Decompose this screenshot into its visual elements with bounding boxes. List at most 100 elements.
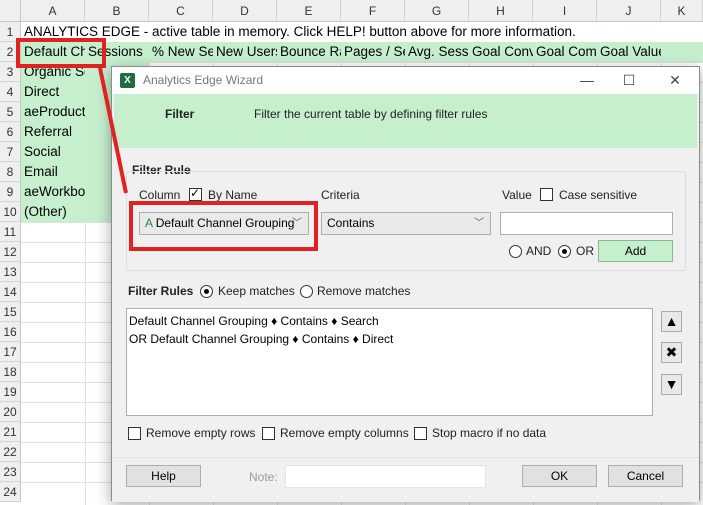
column-header-k[interactable]: K	[661, 0, 703, 22]
channel-cell[interactable]: (Other)	[21, 202, 85, 222]
stop-macro-label: Stop macro if no data	[432, 426, 547, 440]
header-cell[interactable]: % New Sessions	[149, 42, 213, 62]
header-cell[interactable]: Pages / Session	[341, 42, 405, 62]
section-title: Filter	[165, 107, 195, 121]
column-header-f[interactable]: F	[341, 0, 405, 22]
or-label: OR	[576, 244, 594, 258]
remove-matches-label: Remove matches	[317, 284, 411, 298]
and-radio[interactable]	[509, 245, 522, 258]
title-bar[interactable]: X Analytics Edge Wizard — ☐ ✕	[112, 67, 699, 94]
row-header[interactable]: 10	[0, 202, 21, 222]
excel-icon: X	[120, 73, 135, 88]
remove-empty-rows-checkbox[interactable]	[128, 427, 141, 440]
row-header[interactable]: 19	[0, 382, 21, 402]
column-header-e[interactable]: E	[277, 0, 341, 22]
value-label: Value	[502, 188, 532, 202]
row-header[interactable]: 9	[0, 182, 21, 202]
row-header[interactable]: 21	[0, 422, 21, 442]
and-label: AND	[526, 244, 552, 258]
move-down-button[interactable]: ▼	[661, 374, 682, 395]
cancel-button[interactable]: Cancel	[608, 465, 683, 487]
dialog-footer: Help Note: OK Cancel	[112, 457, 699, 502]
column-header-b[interactable]: B	[85, 0, 149, 22]
filter-rules-list[interactable]: Default Channel Grouping ♦ Contains ♦ Se…	[126, 308, 653, 416]
stop-macro-checkbox[interactable]	[414, 427, 427, 440]
select-all-corner[interactable]	[0, 0, 21, 22]
column-header-i[interactable]: I	[533, 0, 597, 22]
row-header[interactable]: 4	[0, 82, 21, 102]
keep-matches-label: Keep matches	[218, 284, 295, 298]
header-cell[interactable]: New Users	[213, 42, 277, 62]
header-cell[interactable]: Avg. Session Duration	[405, 42, 469, 62]
row-header[interactable]: 17	[0, 342, 21, 362]
column-header-d[interactable]: D	[213, 0, 277, 22]
arrow-up-icon: ▲	[664, 313, 679, 329]
maximize-button[interactable]: ☐	[609, 67, 649, 94]
keep-matches-radio[interactable]	[200, 285, 213, 298]
row-header[interactable]: 24	[0, 482, 21, 502]
channel-cell[interactable]: aeProduct	[21, 102, 85, 122]
ok-button[interactable]: OK	[522, 465, 597, 487]
channel-cell[interactable]: Social	[21, 142, 85, 162]
row-header[interactable]: 15	[0, 302, 21, 322]
close-button[interactable]: ✕	[655, 67, 695, 94]
row-header[interactable]: 7	[0, 142, 21, 162]
case-sensitive-label: Case sensitive	[559, 188, 638, 202]
row-header[interactable]: 20	[0, 402, 21, 422]
chevron-down-icon: ﹀	[474, 218, 484, 229]
header-banner: Filter Filter the current table by defin…	[114, 94, 697, 148]
annotation-highlight-a2	[16, 38, 106, 68]
row-header[interactable]: 5	[0, 102, 21, 122]
note-input[interactable]	[285, 465, 486, 488]
case-sensitive-checkbox[interactable]	[540, 188, 553, 201]
column-header-h[interactable]: H	[469, 0, 533, 22]
arrow-down-icon: ▼	[664, 376, 679, 392]
criteria-select-value: Contains	[327, 216, 375, 230]
row-header[interactable]: 14	[0, 282, 21, 302]
by-name-label: By Name	[208, 188, 258, 202]
remove-empty-columns-checkbox[interactable]	[262, 427, 275, 440]
row-header[interactable]: 16	[0, 322, 21, 342]
annotation-highlight-column-select	[129, 201, 318, 251]
dialog-title: Analytics Edge Wizard	[143, 73, 264, 87]
list-item[interactable]: Default Channel Grouping ♦ Contains ♦ Se…	[127, 312, 652, 330]
header-cell[interactable]: Goal Value	[597, 42, 661, 62]
column-label: Column	[139, 188, 181, 202]
list-item[interactable]: OR Default Channel Grouping ♦ Contains ♦…	[127, 330, 652, 348]
channel-cell[interactable]: Referral	[21, 122, 85, 142]
column-header-j[interactable]: J	[597, 0, 661, 22]
channel-cell[interactable]: Email	[21, 162, 85, 182]
filter-rules-heading: Filter Rules	[128, 284, 194, 298]
row-header[interactable]: 18	[0, 362, 21, 382]
row-header[interactable]: 6	[0, 122, 21, 142]
criteria-select[interactable]: Contains ﹀	[321, 212, 491, 235]
add-button[interactable]: Add	[598, 240, 673, 262]
or-radio[interactable]	[558, 245, 571, 258]
criteria-label: Criteria	[321, 188, 360, 202]
remove-matches-radio[interactable]	[300, 285, 313, 298]
row-header[interactable]: 12	[0, 242, 21, 262]
row-header[interactable]: 11	[0, 222, 21, 242]
by-name-checkbox[interactable]	[189, 186, 202, 201]
active-table-banner: ANALYTICS EDGE - active table in memory.…	[21, 22, 703, 42]
row-header[interactable]: 23	[0, 462, 21, 482]
row-header[interactable]: 13	[0, 262, 21, 282]
header-cell[interactable]: Goal Completions	[533, 42, 597, 62]
value-input[interactable]	[500, 212, 673, 235]
analytics-edge-wizard-dialog: X Analytics Edge Wizard — ☐ ✕ Filter Fil…	[111, 66, 700, 502]
remove-empty-rows-label: Remove empty rows	[146, 426, 256, 440]
row-header[interactable]: 22	[0, 442, 21, 462]
column-header-g[interactable]: G	[405, 0, 469, 22]
header-cell[interactable]: Goal Conversion Rate	[469, 42, 533, 62]
header-cell[interactable]: Bounce Rate	[277, 42, 341, 62]
delete-rule-button[interactable]: ✖	[661, 342, 682, 363]
column-header-a[interactable]: A	[21, 0, 85, 22]
column-header-c[interactable]: C	[149, 0, 213, 22]
help-button[interactable]: Help	[126, 465, 201, 487]
move-up-button[interactable]: ▲	[661, 311, 682, 332]
minimize-button[interactable]: —	[567, 67, 607, 94]
row-header[interactable]: 8	[0, 162, 21, 182]
channel-cell[interactable]: aeWorkbook	[21, 182, 85, 202]
remove-empty-columns-label: Remove empty columns	[280, 426, 409, 440]
channel-cell[interactable]: Direct	[21, 82, 85, 102]
